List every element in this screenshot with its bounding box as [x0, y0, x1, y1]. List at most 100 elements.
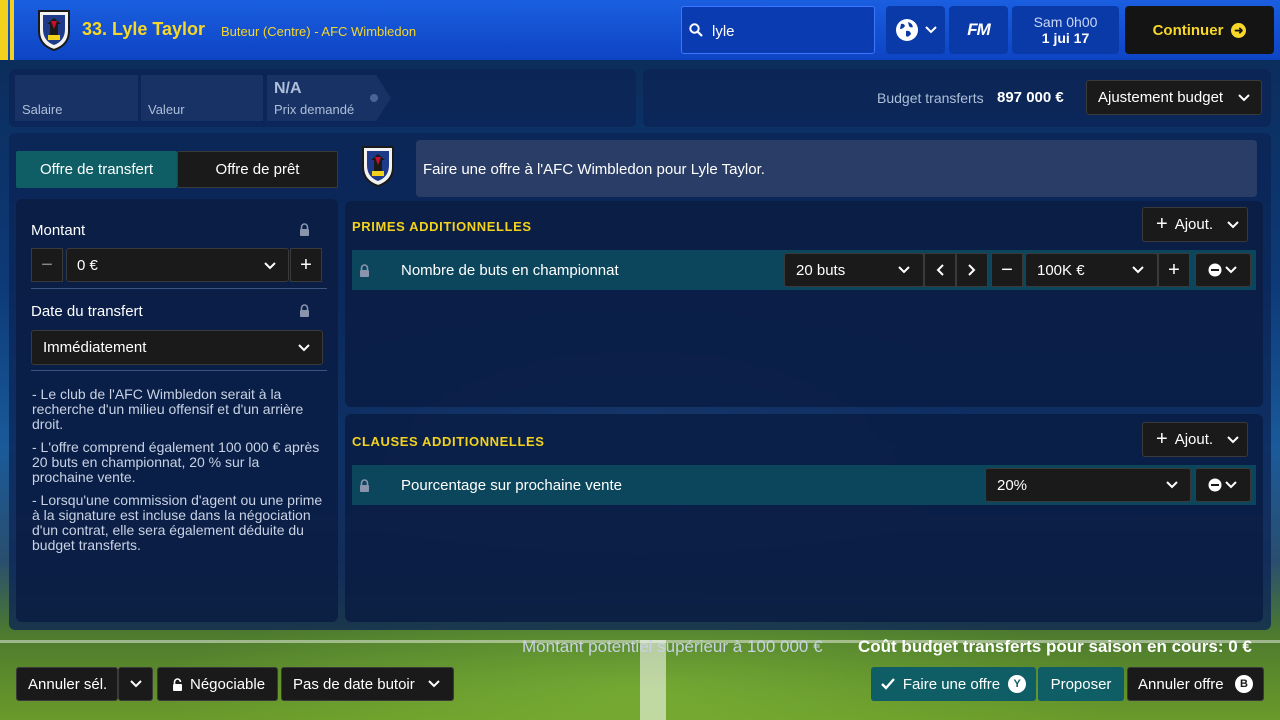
cancel-offer-label: Annuler offre — [1138, 675, 1224, 693]
negotiable-label: Négociable — [190, 675, 266, 693]
asking-price-label: Prix demandé — [274, 102, 355, 117]
plus-icon: + — [300, 253, 312, 276]
chevron-right-icon — [968, 264, 976, 276]
date-display[interactable]: Sam 0h00 1 jui 17 — [1012, 6, 1119, 54]
budget-label: Budget transferts — [877, 90, 984, 106]
plus-icon: + — [1156, 428, 1168, 450]
chevron-down-icon — [1238, 94, 1250, 102]
club-crest-icon[interactable] — [37, 9, 71, 51]
lock-icon[interactable] — [299, 304, 310, 317]
amount-value: 0 € — [77, 256, 98, 274]
offer-message: Faire une offre à l'AFC Wimbledon pour L… — [416, 140, 1257, 197]
cancel-selection-button[interactable]: Annuler sél. — [16, 667, 118, 701]
lock-icon[interactable] — [359, 479, 370, 492]
clause-percent-dropdown[interactable]: 20% — [985, 468, 1191, 502]
deadline-label: Pas de date butoir — [293, 675, 415, 693]
cancel-selection-dropdown[interactable] — [118, 667, 153, 701]
plus-icon: + — [1156, 213, 1168, 235]
budget-cost-text: Coût budget transferts pour saison en co… — [858, 637, 1252, 656]
budget-value: 897 000 € — [997, 89, 1064, 106]
remove-circle-icon — [1208, 478, 1222, 492]
player-subtitle[interactable]: Buteur (Centre) - AFC Wimbledon — [221, 24, 416, 39]
player-title: 33. Lyle Taylor — [82, 19, 206, 39]
lock-icon[interactable] — [299, 223, 310, 236]
add-clause-label: Ajout. — [1174, 431, 1214, 448]
bonus-row-options-button[interactable] — [1195, 253, 1251, 287]
amount-label: Montant — [31, 222, 86, 239]
chevron-down-icon — [129, 680, 142, 688]
value-chip: Valeur — [141, 75, 263, 121]
check-icon — [881, 678, 895, 690]
goals-previous-button[interactable] — [924, 253, 956, 287]
transfer-date-dropdown[interactable]: Immédiatement — [31, 330, 323, 365]
clause-row-label: Pourcentage sur prochaine vente — [401, 477, 622, 494]
cancel-offer-button[interactable]: Annuler offre B — [1127, 667, 1264, 701]
potential-amount-text: Montant potentiel supérieur à 100 000 € — [522, 637, 823, 656]
tab-transfer-offer[interactable]: Offre de transfert — [16, 151, 177, 188]
amount-dropdown[interactable]: 0 € — [66, 248, 289, 282]
remove-circle-icon — [1208, 263, 1222, 277]
chevron-left-icon — [936, 264, 944, 276]
pointer-dot-icon — [370, 94, 378, 102]
budget-adjust-dropdown[interactable]: Ajustement budget — [1086, 80, 1262, 115]
note-item: - Le club de l'AFC Wimbledon serait à la… — [32, 386, 304, 432]
fm-menu-button[interactable]: FM — [949, 6, 1008, 54]
goals-dropdown[interactable]: 20 buts — [784, 253, 924, 287]
add-bonus-button[interactable]: + Ajout. — [1142, 207, 1248, 242]
asking-price-value: N/A — [274, 80, 302, 97]
chevron-down-icon — [264, 262, 276, 270]
bonus-amount-increase-button[interactable]: + — [1158, 253, 1190, 287]
plus-icon: + — [1168, 258, 1180, 281]
clauses-title: CLAUSES ADDITIONNELLES — [352, 434, 545, 449]
asking-price-chip: N/A Prix demandé — [267, 75, 391, 121]
globe-icon — [895, 19, 918, 41]
world-menu-button[interactable] — [886, 6, 945, 54]
chevron-down-icon — [298, 344, 310, 352]
club-color-stripe — [0, 0, 8, 60]
transfer-date-label: Date du transfert — [31, 303, 143, 320]
chevron-down-icon — [898, 266, 910, 274]
bonus-amount-decrease-button[interactable]: − — [991, 253, 1023, 287]
tab-loan-offer-label: Offre de prêt — [215, 161, 300, 178]
amount-decrease-button[interactable]: − — [31, 248, 63, 282]
minus-icon: − — [1001, 258, 1013, 281]
search-input[interactable] — [712, 19, 862, 43]
offer-notes: - Le club de l'AFC Wimbledon serait à la… — [32, 387, 324, 561]
chevron-down-icon — [1132, 266, 1144, 274]
date-time: Sam 0h00 — [1033, 14, 1098, 30]
club-crest-icon — [362, 146, 394, 187]
continue-button[interactable]: Continuer ➜ — [1125, 6, 1274, 54]
add-clause-button[interactable]: + Ajout. — [1142, 422, 1248, 457]
goals-next-button[interactable] — [956, 253, 988, 287]
add-bonus-label: Ajout. — [1174, 216, 1214, 233]
deadline-dropdown[interactable]: Pas de date butoir — [281, 667, 454, 701]
bonus-amount-value: 100K € — [1037, 261, 1085, 279]
propose-button[interactable]: Proposer — [1038, 667, 1124, 701]
divider — [31, 370, 327, 371]
chevron-down-icon — [1227, 221, 1239, 229]
unlock-icon — [173, 677, 182, 691]
bonus-amount-dropdown[interactable]: 100K € — [1025, 253, 1158, 287]
continue-label: Continuer — [1152, 21, 1224, 39]
search-box[interactable] — [681, 6, 875, 54]
y-button-icon: Y — [1008, 675, 1027, 693]
salary-label: Salaire — [22, 102, 63, 117]
tab-loan-offer[interactable]: Offre de prêt — [177, 151, 338, 188]
date-day: 1 jui 17 — [1041, 30, 1090, 46]
chevron-down-icon — [924, 26, 937, 34]
negotiable-toggle[interactable]: Négociable — [157, 667, 278, 701]
chevron-down-icon — [1225, 266, 1237, 274]
clause-row-options-button[interactable] — [1195, 468, 1251, 502]
note-item: - L'offre comprend également 100 000 € a… — [32, 439, 320, 485]
bonus-row-label: Nombre de buts en championnat — [401, 262, 619, 279]
make-offer-button[interactable]: Faire une offre Y — [871, 667, 1036, 701]
b-button-icon: B — [1235, 675, 1253, 693]
tab-transfer-offer-label: Offre de transfert — [39, 161, 154, 178]
amount-increase-button[interactable]: + — [290, 248, 322, 282]
propose-label: Proposer — [1050, 675, 1112, 693]
budget-adjust-label: Ajustement budget — [1098, 89, 1224, 106]
chevron-down-icon — [1166, 481, 1178, 489]
arrow-right-icon: ➜ — [1231, 22, 1247, 38]
lock-icon[interactable] — [359, 264, 370, 277]
divider — [31, 288, 327, 289]
